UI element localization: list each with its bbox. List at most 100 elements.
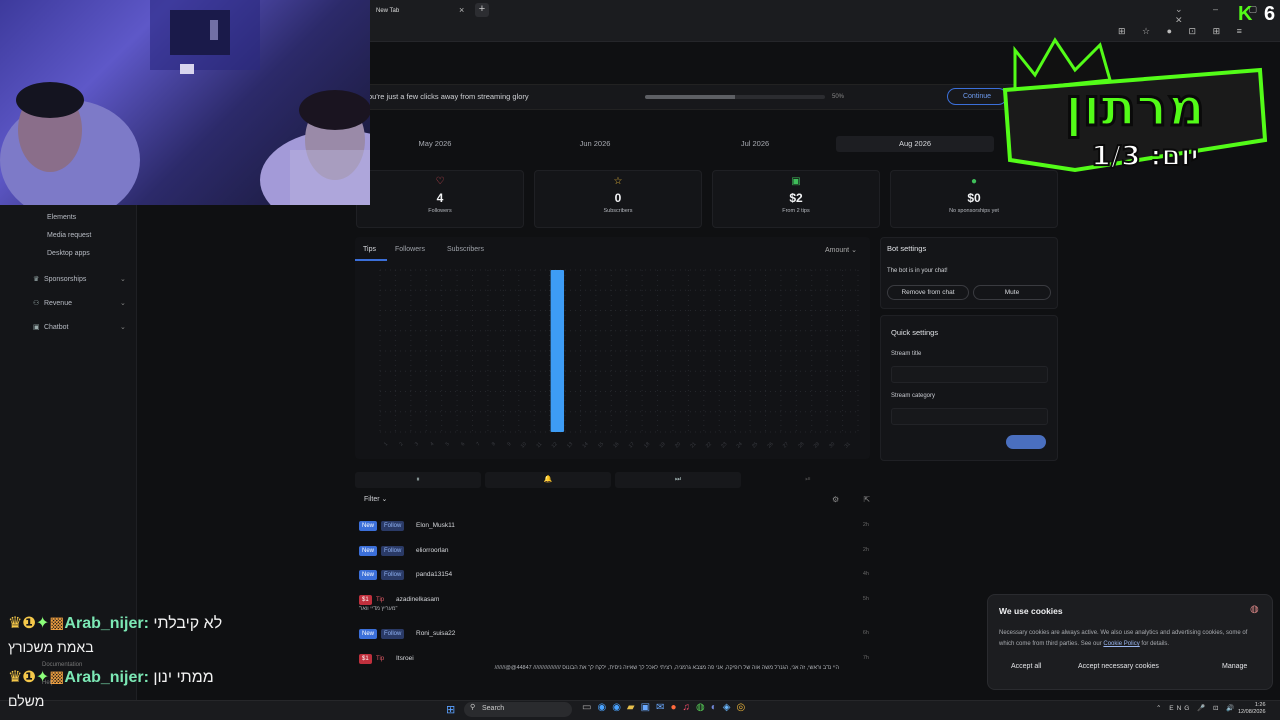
clock-date: 12/08/2026 bbox=[1238, 709, 1266, 715]
new-tab-button[interactable]: + bbox=[475, 3, 489, 17]
clock-time: 1:26 bbox=[1254, 702, 1266, 708]
feed-settings-icons[interactable]: ⚙ ⇱ bbox=[832, 495, 881, 504]
store-icon[interactable]: ▣ bbox=[641, 702, 656, 713]
sparkle-icon: ✦ bbox=[35, 669, 50, 686]
crown-icon: ♛ bbox=[33, 276, 40, 283]
mute-button[interactable]: Mute bbox=[973, 285, 1051, 300]
sidebar-item-desktop-apps[interactable]: Desktop apps bbox=[47, 250, 90, 257]
cookie-text: Necessary cookies are always active. We … bbox=[999, 628, 1264, 650]
box-icon: ▩ bbox=[49, 669, 65, 686]
month-jul[interactable]: Jul 2026 bbox=[676, 136, 834, 152]
x-tick-label: 7 bbox=[475, 441, 481, 447]
x-tick-label: 6 bbox=[460, 441, 466, 447]
accept-all-button[interactable]: Accept all bbox=[1011, 663, 1041, 670]
system-tray[interactable]: ⌃ ENG 🎤 ⊡ 🔊 bbox=[1156, 704, 1237, 712]
edge-dev-icon[interactable]: ◉ bbox=[612, 702, 627, 713]
chat-message: ♛❶✦▩Arab_nijer: לא קיבלתי bbox=[8, 613, 222, 633]
feed-time: 7h bbox=[862, 655, 869, 661]
sidebar-item-label: Chatbot bbox=[43, 324, 69, 331]
manage-cookies-button[interactable]: Manage bbox=[1222, 663, 1247, 670]
chevron-down-icon[interactable]: ⌄ bbox=[120, 299, 126, 307]
x-tick-label: 12 bbox=[551, 441, 559, 449]
month-aug[interactable]: Aug 2026 bbox=[836, 136, 994, 152]
feed-time: 6h bbox=[862, 630, 869, 636]
app-icon[interactable]: ◈ bbox=[723, 702, 737, 713]
x-tick-label: 23 bbox=[720, 441, 728, 449]
edge-icon[interactable]: ◉ bbox=[597, 702, 612, 713]
x-tick-label: 16 bbox=[612, 441, 620, 449]
new-badge: New bbox=[359, 521, 378, 531]
tab-tips[interactable]: Tips bbox=[363, 246, 376, 253]
month-jun[interactable]: Jun 2026 bbox=[516, 136, 674, 152]
feed-username[interactable]: eliorroorlan bbox=[416, 547, 449, 554]
x-tick-label: 19 bbox=[658, 441, 666, 449]
stream-title-input[interactable] bbox=[891, 366, 1048, 383]
taskbar-search[interactable]: Search bbox=[464, 702, 572, 717]
sidebar-item-sponsorships[interactable]: ♛ Sponsorships bbox=[33, 275, 86, 283]
mail-icon[interactable]: ✉ bbox=[656, 702, 670, 713]
x-tick-label: 1 bbox=[383, 441, 389, 447]
progress-fill bbox=[645, 95, 735, 99]
x-tick-label: 20 bbox=[674, 441, 682, 449]
remove-from-chat-button[interactable]: Remove from chat bbox=[887, 285, 969, 300]
stat-label: Followers bbox=[428, 208, 452, 214]
tab-followers[interactable]: Followers bbox=[395, 246, 425, 253]
feed-username[interactable]: panda13154 bbox=[416, 571, 452, 578]
discord-icon[interactable]: ◐ bbox=[711, 702, 723, 713]
sidebar-item-revenue[interactable]: ⚇ Revenue bbox=[33, 299, 72, 307]
taskbar-apps[interactable]: ▭◉◉▰▣✉●♫◍◐◈◎ bbox=[582, 702, 751, 713]
save-button[interactable] bbox=[1006, 435, 1046, 449]
month-may[interactable]: May 2026 bbox=[356, 136, 514, 152]
skip-button[interactable]: ⏭ bbox=[615, 472, 741, 488]
tab-subscribers[interactable]: Subscribers bbox=[447, 246, 484, 253]
notification-button[interactable]: 🔔 bbox=[485, 472, 611, 488]
explorer-icon[interactable]: ▰ bbox=[627, 702, 641, 713]
chevron-down-icon[interactable]: ⌄ bbox=[120, 323, 126, 331]
task-view-icon[interactable]: ▭ bbox=[582, 702, 597, 713]
stream-category-input[interactable] bbox=[891, 408, 1048, 425]
new-badge: New bbox=[359, 570, 378, 580]
feed-username[interactable]: Elon_Musk11 bbox=[416, 522, 455, 529]
pause-alerts-button[interactable]: ⏸ bbox=[355, 472, 481, 488]
chart-bar[interactable] bbox=[550, 270, 565, 432]
firefox-icon[interactable]: ● bbox=[670, 702, 682, 713]
windows-start-icon[interactable]: ⊞ bbox=[446, 703, 455, 716]
banner-text: ou're just a few clicks away from stream… bbox=[368, 92, 529, 101]
feed-username[interactable]: azadinelkasam bbox=[396, 596, 439, 603]
x-tick-label: 29 bbox=[813, 441, 821, 449]
x-tick-label: 30 bbox=[828, 441, 836, 449]
accept-necessary-button[interactable]: Accept necessary cookies bbox=[1078, 663, 1159, 670]
stat-label: From 2 tips bbox=[782, 208, 810, 214]
tips-chart: 1 2 3 4 5 6 7 8 9 10 11 12 13 14 15 16 17 18 19 20 21 22 23 24 2… bbox=[379, 269, 859, 449]
replay-button[interactable]: ⏯ bbox=[745, 472, 871, 488]
xbox-icon[interactable]: ◍ bbox=[696, 702, 711, 713]
heart-icon: ♡ bbox=[435, 176, 445, 187]
webcam-image bbox=[0, 0, 370, 205]
x-tick-label: 24 bbox=[736, 441, 744, 449]
chrome-icon[interactable]: ◎ bbox=[737, 702, 752, 713]
sparkle-icon: ✦ bbox=[35, 615, 50, 632]
filter-dropdown[interactable]: Filter ⌄ bbox=[364, 495, 387, 503]
music-icon[interactable]: ♫ bbox=[683, 702, 697, 713]
follow-badge: Follow bbox=[381, 570, 405, 580]
chat-text: לא קיבלתי bbox=[153, 615, 223, 632]
feed-row: $1 Tip Itsroei 7h היי נדב וראשי, זה אני,… bbox=[359, 654, 869, 672]
sidebar-item-media-request[interactable]: Media request bbox=[47, 232, 91, 239]
sidebar-item-chatbot[interactable]: ▣ Chatbot bbox=[33, 323, 68, 331]
cookie-policy-link[interactable]: Cookie Policy bbox=[1103, 641, 1139, 647]
stream-category-label: Stream category bbox=[891, 393, 936, 399]
chatbot-icon: ▣ bbox=[33, 324, 40, 331]
x-tick-label: 5 bbox=[445, 441, 451, 447]
metric-dropdown[interactable]: Amount ⌄ bbox=[825, 246, 857, 254]
tab-close-icon[interactable]: × bbox=[459, 5, 464, 15]
feed-username[interactable]: Itsroei bbox=[396, 655, 414, 662]
sidebar-item-elements[interactable]: Elements bbox=[47, 214, 76, 221]
feed-username[interactable]: Roni_suisa22 bbox=[416, 630, 455, 637]
chevron-down-icon[interactable]: ⌄ bbox=[120, 275, 126, 283]
browser-tab[interactable]: New Tab bbox=[368, 2, 472, 20]
taskbar-clock[interactable]: 1:26 12/08/2026 bbox=[1238, 702, 1266, 716]
new-badge: New bbox=[359, 546, 378, 556]
chat-message: משלם bbox=[8, 693, 45, 709]
stat-value: $0 bbox=[967, 191, 981, 205]
x-tick-label: 10 bbox=[520, 441, 528, 449]
